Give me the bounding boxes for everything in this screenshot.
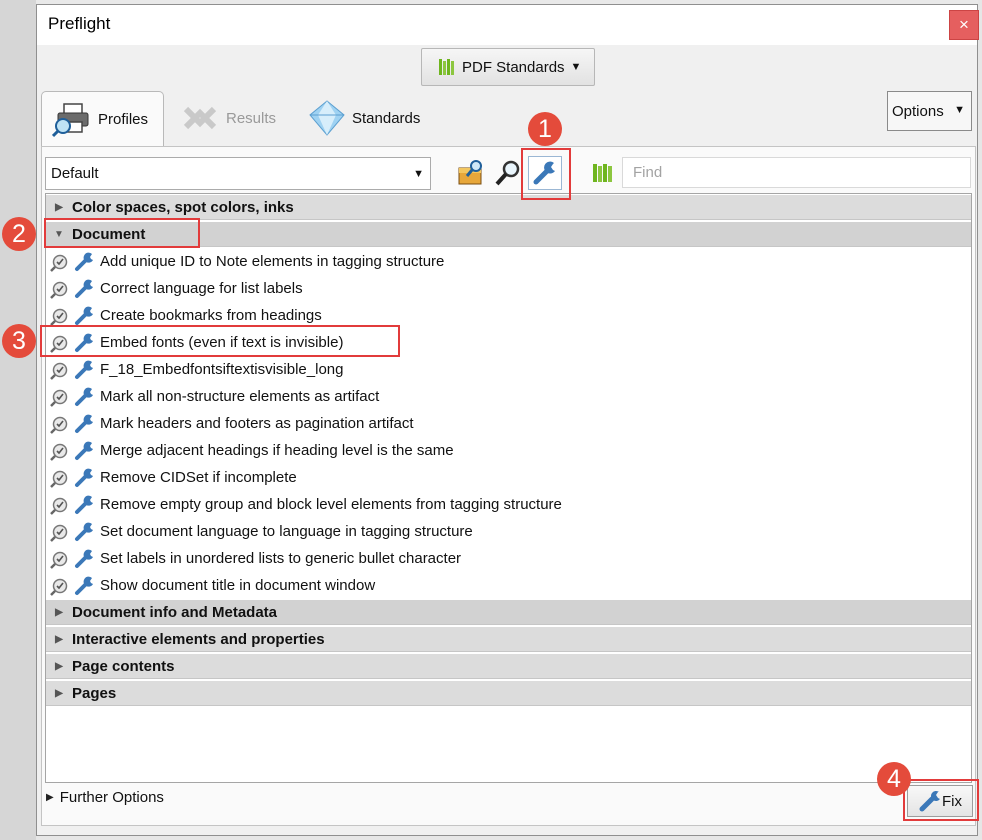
profiles-printer-magnifier-icon xyxy=(52,102,89,137)
highlight-box-document xyxy=(44,218,200,248)
list-item[interactable]: Add unique ID to Note elements in taggin… xyxy=(46,248,444,275)
analyze-fix-icon xyxy=(50,414,96,434)
further-options-toggle[interactable]: ▶ Further Options xyxy=(46,789,164,806)
analyze-fix-icon xyxy=(50,252,96,272)
chevron-down-icon: ▼ xyxy=(954,104,965,116)
chevron-right-icon: ▶ xyxy=(55,201,63,213)
callout-3: 3 xyxy=(2,324,36,358)
options-label: Options xyxy=(892,102,944,120)
group-label: Document info and Metadata xyxy=(72,603,278,621)
list-item[interactable]: Remove CIDSet if incomplete xyxy=(46,464,297,491)
list-item[interactable]: Set labels in unordered lists to generic… xyxy=(46,545,461,572)
highlight-box-embed-fonts xyxy=(40,325,400,357)
background-right xyxy=(978,0,982,840)
analyze-magnifier-icon xyxy=(495,160,520,186)
callout-2: 2 xyxy=(2,217,36,251)
options-button[interactable]: Options ▼ xyxy=(887,91,972,131)
chevron-down-icon: ▼ xyxy=(413,168,424,180)
item-label: Create bookmarks from headings xyxy=(100,307,322,324)
analyze-fix-icon xyxy=(50,522,96,542)
tab-standards-label: Standards xyxy=(352,109,421,127)
group-pages[interactable]: ▶ Pages xyxy=(46,681,971,706)
group-label: Color spaces, spot colors, inks xyxy=(72,198,294,216)
analyze-fix-icon xyxy=(50,306,96,326)
tab-results-label: Results xyxy=(226,109,277,127)
list-item[interactable]: Mark all non-structure elements as artif… xyxy=(46,383,379,410)
tab-results[interactable]: Results xyxy=(180,98,276,138)
chevron-right-icon: ▶ xyxy=(55,687,63,699)
further-options-label: Further Options xyxy=(59,789,164,806)
title-bar xyxy=(37,5,977,45)
analyze-button[interactable] xyxy=(491,156,525,190)
pdf-standards-dropdown[interactable]: PDF Standards ▼ xyxy=(421,48,595,86)
callout-4: 4 xyxy=(877,762,911,796)
edit-profile-icon xyxy=(458,160,482,185)
background-left xyxy=(0,0,36,840)
item-label: Mark headers and footers as pagination a… xyxy=(100,415,414,432)
highlight-box-fix-button xyxy=(903,779,979,821)
list-item[interactable]: Remove empty group and block level eleme… xyxy=(46,491,562,518)
tab-profiles[interactable]: Profiles xyxy=(41,91,164,147)
background-bottom xyxy=(36,836,982,840)
item-label: F_18_Embedfontsiftextisvisible_long xyxy=(100,361,344,378)
item-label: Merge adjacent headings if heading level… xyxy=(100,442,454,459)
item-label: Set labels in unordered lists to generic… xyxy=(100,550,462,567)
list-item[interactable]: F_18_Embedfontsiftextisvisible_long xyxy=(46,356,343,383)
window-title: Preflight xyxy=(48,14,111,33)
group-label: Page contents xyxy=(72,657,175,675)
list-item[interactable]: Show document title in document window xyxy=(46,572,375,599)
profile-select[interactable]: Default ▼ xyxy=(45,157,431,190)
library-icon xyxy=(593,164,612,182)
chevron-right-icon: ▶ xyxy=(55,606,63,618)
item-label: Remove CIDSet if incomplete xyxy=(100,469,297,486)
analyze-fix-icon xyxy=(50,360,96,380)
chevron-right-icon: ▶ xyxy=(46,792,54,803)
callout-1: 1 xyxy=(528,112,562,146)
profile-select-value: Default xyxy=(51,165,99,182)
pdf-standards-label: PDF Standards xyxy=(462,58,565,76)
analyze-fix-icon xyxy=(50,387,96,407)
chevron-right-icon: ▶ xyxy=(55,660,63,672)
analyze-fix-icon xyxy=(50,279,96,299)
tab-profiles-label: Profiles xyxy=(98,111,149,128)
item-label: Show document title in document window xyxy=(100,577,376,594)
group-page-contents[interactable]: ▶ Page contents xyxy=(46,654,971,679)
edit-profile-button[interactable] xyxy=(454,156,488,190)
analyze-fix-icon xyxy=(50,495,96,515)
list-item[interactable]: Set document language to language in tag… xyxy=(46,518,473,545)
analyze-fix-icon xyxy=(50,468,96,488)
results-icon xyxy=(183,106,217,130)
group-interactive-elements[interactable]: ▶ Interactive elements and properties xyxy=(46,627,971,652)
item-label: Set document language to language in tag… xyxy=(100,523,473,540)
chevron-down-icon: ▼ xyxy=(570,61,582,73)
group-color-spaces[interactable]: ▶ Color spaces, spot colors, inks xyxy=(46,195,971,220)
group-document-info-metadata[interactable]: ▶ Document info and Metadata xyxy=(46,600,971,625)
item-label: Correct language for list labels xyxy=(100,280,303,297)
item-label: Mark all non-structure elements as artif… xyxy=(100,388,380,405)
analyze-fix-icon xyxy=(50,549,96,569)
library-icon xyxy=(439,59,454,75)
analyze-fix-icon xyxy=(50,576,96,596)
list-item[interactable]: Mark headers and footers as pagination a… xyxy=(46,410,414,437)
item-label: Remove empty group and block level eleme… xyxy=(100,496,562,513)
group-label: Interactive elements and properties xyxy=(72,630,325,648)
standards-diamond-icon xyxy=(309,100,345,136)
list-item[interactable]: Merge adjacent headings if heading level… xyxy=(46,437,454,464)
library-button[interactable] xyxy=(586,156,620,190)
close-button[interactable]: × xyxy=(949,10,979,40)
item-label: Add unique ID to Note elements in taggin… xyxy=(100,253,445,270)
group-label: Pages xyxy=(72,684,117,702)
analyze-fix-icon xyxy=(50,441,96,461)
tab-standards[interactable]: Standards xyxy=(308,98,420,138)
chevron-right-icon: ▶ xyxy=(55,633,63,645)
list-item[interactable]: Correct language for list labels xyxy=(46,275,303,302)
highlight-box-fix-mode xyxy=(521,148,571,200)
find-input[interactable] xyxy=(622,157,971,188)
